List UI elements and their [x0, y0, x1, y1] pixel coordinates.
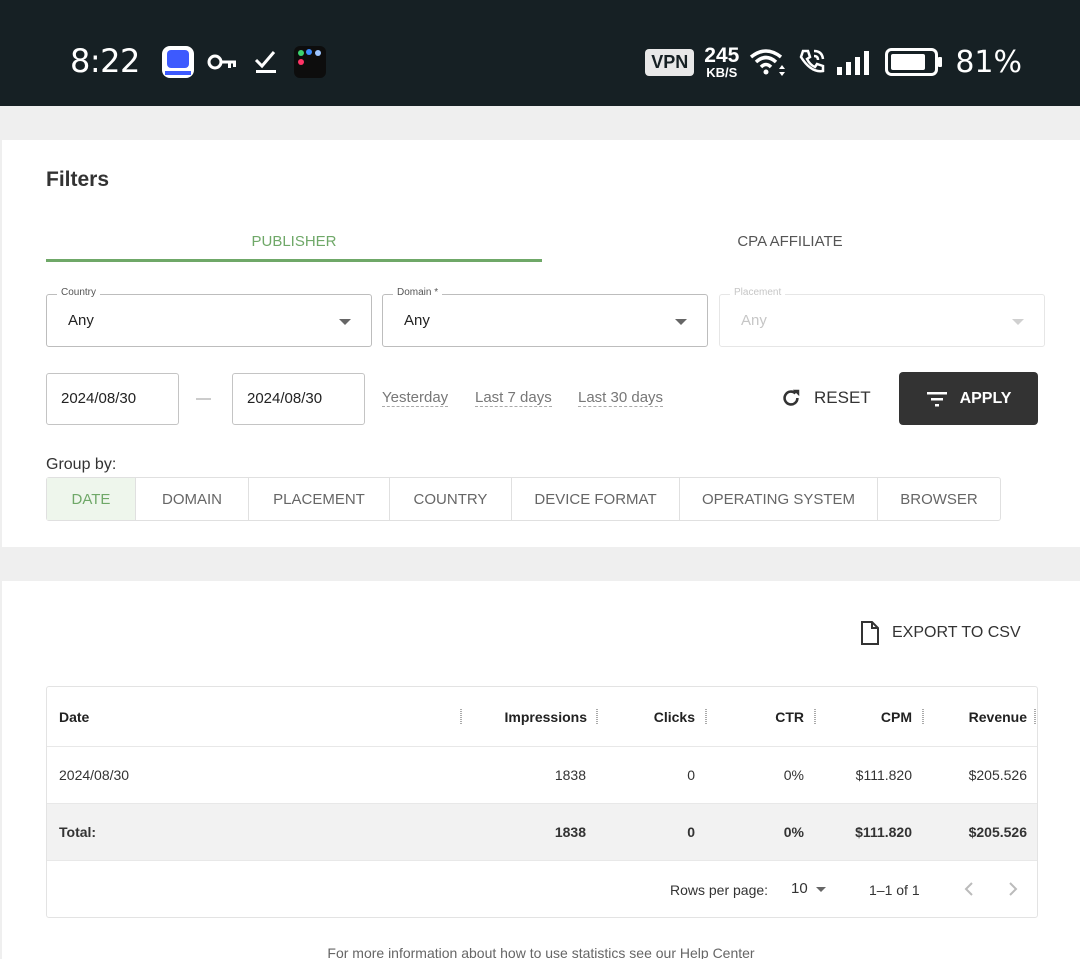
chevron-down-icon: [675, 319, 687, 325]
key-icon: [207, 54, 236, 70]
rows-per-page-select[interactable]: 10: [791, 880, 808, 897]
app-icon: [162, 46, 194, 78]
placement-value: Any: [741, 312, 767, 329]
previous-page-icon[interactable]: [959, 879, 979, 899]
column-header-ctr[interactable]: CTR: [715, 687, 804, 746]
app-grid-icon: [294, 46, 326, 78]
report-card: EXPORT TO CSV Date Impressions Clicks CT…: [2, 581, 1080, 959]
cell-revenue: $205.526: [968, 767, 1027, 783]
cell-impressions: 1838: [554, 767, 586, 783]
domain-value: Any: [404, 312, 430, 329]
export-label: EXPORT TO CSV: [892, 624, 1021, 641]
column-header-revenue[interactable]: Revenue: [931, 687, 1027, 746]
filter-icon: [926, 391, 947, 406]
help-note: For more information about how to use st…: [327, 945, 755, 959]
placement-label: Placement: [730, 287, 786, 298]
network-speed: 245 KB/S: [704, 44, 740, 80]
cell-date: 2024/08/30: [59, 767, 130, 783]
date-to-input[interactable]: 2024/08/30: [232, 373, 365, 425]
filter-tabs: PUBLISHER CPA AFFILIATE: [46, 220, 1038, 262]
group-by-device-format[interactable]: DEVICE FORMAT: [512, 478, 680, 520]
total-impressions: 1838: [554, 824, 586, 840]
vpn-badge: VPN: [645, 48, 695, 76]
column-separator[interactable]: [596, 709, 598, 724]
rows-per-page-label: Rows per page:: [670, 882, 769, 898]
report-table: Date Impressions Clicks CTR CPM Revenue …: [46, 686, 1038, 918]
group-by-placement[interactable]: PLACEMENT: [249, 478, 390, 520]
group-by-domain[interactable]: DOMAIN: [136, 478, 249, 520]
total-clicks: 0: [687, 824, 695, 840]
wifi-call-icon: [799, 49, 825, 73]
group-by-date[interactable]: DATE: [47, 478, 136, 520]
refresh-icon: [783, 389, 800, 406]
domain-label: Domain *: [393, 287, 443, 298]
group-by-browser[interactable]: BROWSER: [878, 478, 1000, 520]
column-header-cpm[interactable]: CPM: [823, 687, 912, 746]
column-separator[interactable]: [922, 709, 924, 724]
column-separator[interactable]: [705, 709, 707, 724]
next-page-icon[interactable]: [1003, 879, 1023, 899]
reset-label: RESET: [814, 388, 871, 407]
date-from-input[interactable]: 2024/08/30: [46, 373, 179, 425]
column-separator[interactable]: [460, 709, 462, 724]
chevron-down-icon[interactable]: [816, 887, 826, 892]
tab-publisher[interactable]: PUBLISHER: [46, 220, 542, 262]
placement-select: Placement Any: [719, 287, 1045, 347]
total-revenue: $205.526: [968, 824, 1027, 840]
chevron-down-icon: [1012, 319, 1024, 325]
apply-button[interactable]: APPLY: [899, 372, 1038, 425]
check-icon: [254, 51, 276, 73]
country-select[interactable]: Country Any: [46, 287, 372, 347]
country-value: Any: [68, 312, 94, 329]
group-by-toggle: DATE DOMAIN PLACEMENT COUNTRY DEVICE FOR…: [46, 477, 1001, 521]
apply-label: APPLY: [959, 389, 1012, 407]
table-total-row: Total: 1838 0 0% $111.820 $205.526: [47, 804, 1037, 861]
filters-title: Filters: [46, 168, 110, 191]
table-pagination: Rows per page: 10 1–1 of 1: [47, 861, 1037, 917]
group-by-label: Group by:: [46, 456, 117, 473]
total-ctr: 0%: [783, 824, 804, 840]
column-header-clicks[interactable]: Clicks: [607, 687, 695, 746]
cell-ctr: 0%: [783, 767, 804, 783]
export-csv-button[interactable]: EXPORT TO CSV: [860, 621, 1021, 645]
battery-icon: [885, 48, 943, 76]
column-separator[interactable]: [814, 709, 816, 724]
status-right: VPN 245 KB/S 81%: [645, 40, 1022, 84]
quick-range-last-7-days[interactable]: Last 7 days: [475, 389, 552, 407]
column-header-date[interactable]: Date: [59, 687, 439, 746]
table-row: 2024/08/30 1838 0 0% $111.820 $205.526: [47, 747, 1037, 804]
wifi-icon: [750, 49, 786, 76]
page-range: 1–1 of 1: [869, 882, 920, 898]
quick-range-yesterday[interactable]: Yesterday: [382, 389, 449, 407]
quick-range-last-30-days[interactable]: Last 30 days: [578, 389, 664, 407]
clock: 8:22: [70, 42, 140, 80]
group-by-country[interactable]: COUNTRY: [390, 478, 512, 520]
file-icon: [861, 621, 879, 645]
cell-cpm: $111.820: [855, 767, 912, 783]
filters-card: Filters PUBLISHER CPA AFFILIATE Country …: [2, 140, 1080, 547]
signal-icon: [837, 51, 870, 75]
battery-percent: 81%: [955, 44, 1022, 80]
total-label: Total:: [59, 824, 97, 840]
country-label: Country: [57, 287, 101, 298]
tab-cpa-affiliate[interactable]: CPA AFFILIATE: [542, 220, 1038, 262]
column-header-impressions[interactable]: Impressions: [467, 687, 587, 746]
column-separator[interactable]: [1034, 709, 1036, 724]
reset-button[interactable]: RESET: [780, 378, 871, 418]
group-by-operating-system[interactable]: OPERATING SYSTEM: [680, 478, 878, 520]
table-header-row: Date Impressions Clicks CTR CPM Revenue: [47, 687, 1037, 747]
status-bar: 8:22 VPN 245 KB/S 81%: [0, 0, 1080, 106]
chevron-down-icon: [339, 319, 351, 325]
cell-clicks: 0: [687, 767, 695, 783]
date-separator: —: [196, 390, 211, 407]
domain-select[interactable]: Domain * Any: [382, 287, 708, 347]
total-cpm: $111.820: [855, 824, 912, 840]
active-tab-indicator: [46, 259, 542, 262]
